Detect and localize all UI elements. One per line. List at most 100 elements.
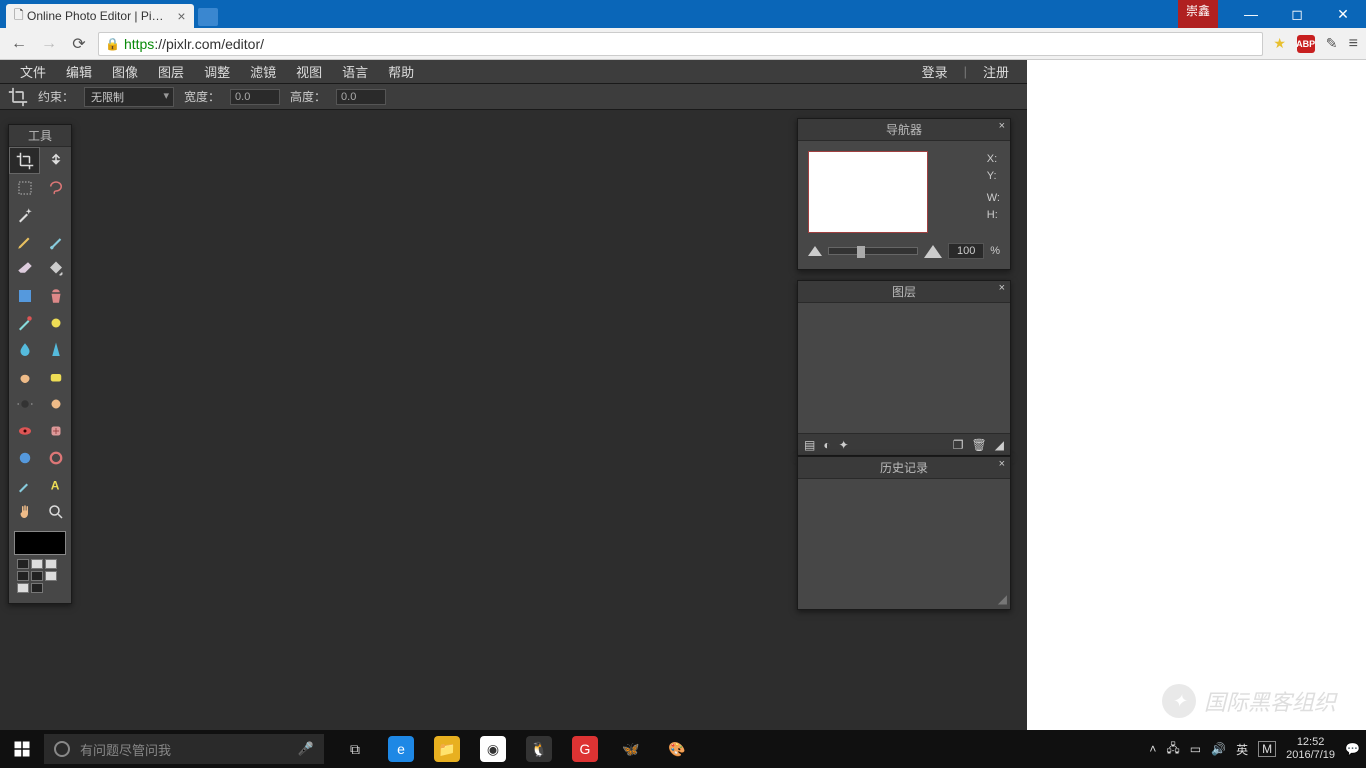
task-view-button[interactable]: ⧉ (332, 730, 378, 768)
pinch-tool[interactable] (40, 444, 71, 471)
mini-swatch[interactable] (31, 583, 43, 593)
layer-style-icon[interactable]: ✦ (839, 438, 849, 452)
tray-ime[interactable]: 英 (1236, 741, 1248, 758)
bloat-tool[interactable] (9, 444, 40, 471)
back-button[interactable]: ← (8, 35, 30, 53)
layers-resize-grip-icon[interactable]: ◢ (995, 438, 1004, 452)
menu-filter[interactable]: 滤镜 (240, 62, 286, 81)
close-icon[interactable]: × (999, 458, 1005, 470)
browser-tab[interactable]: 🗋 Online Photo Editor | Pi… × (6, 4, 194, 28)
window-close-button[interactable]: ✕ (1320, 0, 1366, 28)
edge-app-icon[interactable]: e (378, 730, 424, 768)
zoom-value[interactable]: 100 (948, 243, 984, 259)
colorpicker-tool[interactable] (9, 471, 40, 498)
burn-tool[interactable] (40, 390, 71, 417)
menu-view[interactable]: 视图 (286, 62, 332, 81)
layers-list[interactable] (798, 303, 1010, 433)
abp-extension-icon[interactable]: ABP (1297, 35, 1315, 53)
wand-tool[interactable] (9, 201, 40, 228)
brush-tool[interactable] (40, 228, 71, 255)
hand-tool[interactable] (9, 498, 40, 525)
user-badge[interactable]: 崇鑫 (1178, 0, 1218, 28)
tray-network-icon[interactable]: 🖧 (1166, 739, 1179, 760)
maximize-button[interactable]: ◻ (1274, 0, 1320, 28)
menu-help[interactable]: 帮助 (378, 62, 424, 81)
tray-volume-icon[interactable]: 🔊 (1211, 742, 1226, 756)
mini-swatch[interactable] (31, 571, 43, 581)
menu-adjust[interactable]: 调整 (194, 62, 240, 81)
netease-app-icon[interactable]: G (562, 730, 608, 768)
tray-notifications-icon[interactable]: 💬 (1345, 742, 1360, 756)
mini-swatch[interactable] (17, 559, 29, 569)
cortana-search[interactable]: 有问题尽管问我 🎤 (44, 734, 324, 764)
minimize-button[interactable]: — (1228, 0, 1274, 28)
sharpen-tool[interactable] (40, 336, 71, 363)
chrome-app-icon[interactable]: ◉ (470, 730, 516, 768)
menu-language[interactable]: 语言 (332, 62, 378, 81)
spot-heal-tool[interactable] (40, 417, 71, 444)
marquee-tool[interactable] (9, 174, 40, 201)
mini-swatch[interactable] (17, 583, 29, 593)
color-replace-tool[interactable] (9, 309, 40, 336)
sponge-tool[interactable] (40, 363, 71, 390)
dodge-tool[interactable] (9, 390, 40, 417)
height-input[interactable]: 0.0 (336, 89, 386, 105)
address-bar[interactable]: 🔒 https://pixlr.com/editor/ (98, 32, 1263, 56)
move-tool[interactable] (40, 147, 71, 174)
paint-app-icon[interactable]: 🎨 (654, 730, 700, 768)
menu-file[interactable]: 文件 (10, 62, 56, 81)
drawing-tool[interactable] (40, 309, 71, 336)
zoom-slider[interactable] (828, 247, 918, 255)
menu-edit[interactable]: 编辑 (56, 62, 102, 81)
tray-clock[interactable]: 12:52 2016/7/19 (1286, 736, 1335, 762)
smudge-tool[interactable] (9, 363, 40, 390)
close-icon[interactable]: × (999, 120, 1005, 132)
history-resize-grip-icon[interactable]: ◢ (998, 592, 1007, 606)
eraser-tool[interactable] (9, 255, 40, 282)
width-input[interactable]: 0.0 (230, 89, 280, 105)
app-icon[interactable]: 🦋 (608, 730, 654, 768)
qq-app-icon[interactable]: 🐧 (516, 730, 562, 768)
gradient-tool[interactable] (9, 282, 40, 309)
tray-chevron-icon[interactable]: ˄ (1149, 742, 1156, 756)
new-layer-icon[interactable]: ❐ (953, 438, 964, 452)
zoom-in-icon[interactable] (924, 245, 942, 258)
bookmark-star-icon[interactable]: ★ (1271, 35, 1289, 53)
close-icon[interactable]: × (999, 282, 1005, 294)
navigator-thumbnail[interactable] (808, 151, 928, 233)
constrain-select[interactable]: 无限制 (84, 87, 174, 107)
mic-icon[interactable]: 🎤 (298, 741, 314, 757)
explorer-app-icon[interactable]: 📁 (424, 730, 470, 768)
tools-panel-title[interactable]: 工具 (9, 125, 71, 147)
mini-swatch[interactable] (31, 559, 43, 569)
mini-swatch[interactable] (45, 571, 57, 581)
pencil-tool[interactable] (9, 228, 40, 255)
red-eye-tool[interactable] (9, 417, 40, 444)
lasso-tool[interactable] (40, 174, 71, 201)
crop-tool[interactable] (9, 147, 40, 174)
history-title[interactable]: 历史记录 (880, 461, 928, 475)
delete-layer-icon[interactable]: 🗑 (972, 438, 987, 452)
zoom-tool[interactable] (40, 498, 71, 525)
start-button[interactable] (0, 730, 44, 768)
new-tab-button[interactable] (198, 8, 218, 26)
mini-swatch[interactable] (17, 571, 29, 581)
forward-button[interactable]: → (38, 35, 60, 53)
chrome-menu-icon[interactable]: ≡ (1349, 35, 1358, 53)
zoom-out-icon[interactable] (808, 246, 822, 256)
reload-button[interactable]: ⟳ (68, 34, 90, 54)
layer-settings-icon[interactable]: ▤ (804, 438, 815, 452)
navigator-title[interactable]: 导航器 (886, 123, 922, 137)
paint-bucket-tool[interactable] (40, 255, 71, 282)
clone-stamp-tool[interactable] (40, 282, 71, 309)
login-link[interactable]: 登录 (914, 62, 956, 81)
register-link[interactable]: 注册 (975, 62, 1017, 81)
layer-mask-icon[interactable]: ◐ (823, 438, 830, 452)
menu-image[interactable]: 图像 (102, 62, 148, 81)
type-tool[interactable]: A (40, 471, 71, 498)
blur-tool[interactable] (9, 336, 40, 363)
tab-close-icon[interactable]: × (177, 8, 185, 24)
foreground-color-swatch[interactable] (14, 531, 66, 555)
mini-swatch[interactable] (45, 559, 57, 569)
evernote-extension-icon[interactable]: ✎ (1323, 35, 1341, 53)
